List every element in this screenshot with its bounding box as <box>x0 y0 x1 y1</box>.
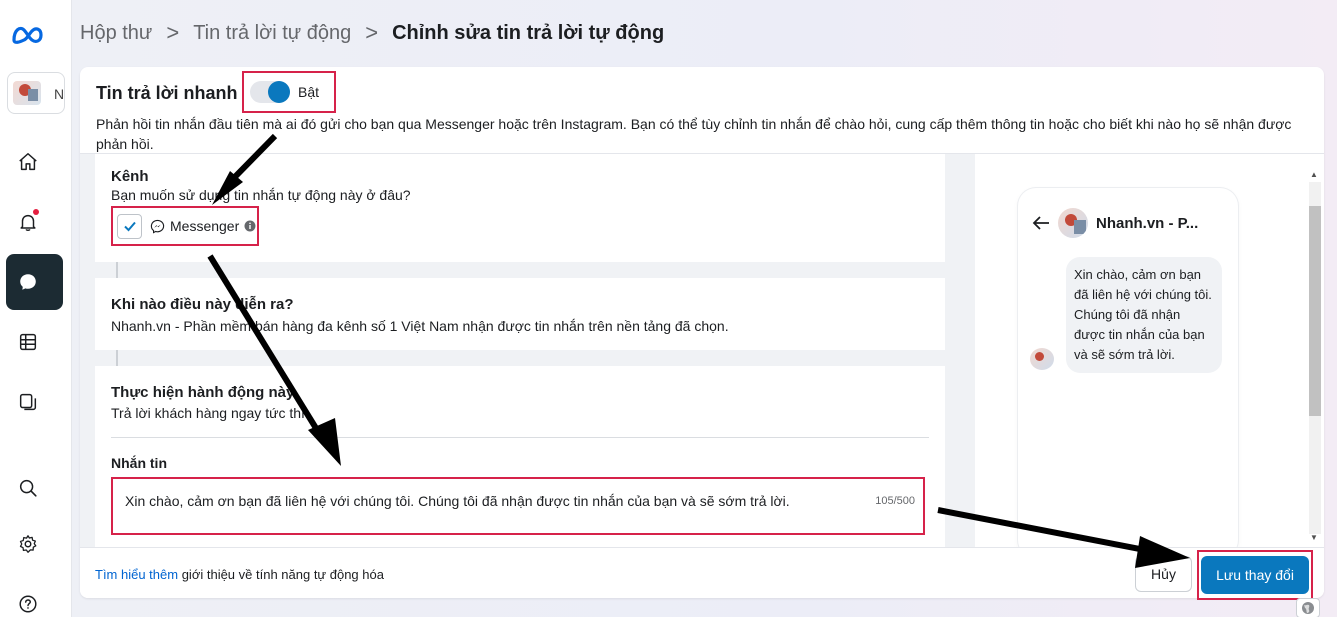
breadcrumb: Hộp thư > Tin trả lời tự động > Chỉnh sử… <box>80 20 664 46</box>
scroll-thumb[interactable] <box>1309 206 1321 416</box>
account-switcher[interactable]: N <box>7 72 65 114</box>
save-button[interactable]: Lưu thay đổi <box>1201 556 1309 594</box>
scrollbar[interactable]: ▲ ▼ <box>1309 170 1321 546</box>
character-count: 105/500 <box>875 495 915 507</box>
action-section: Thực hiện hành động này Trả lời khách hà… <box>95 366 945 547</box>
card-footer: Tìm hiểu thêm giới thiệu về tính năng tự… <box>80 547 1324 600</box>
settings-scroll-area[interactable]: Kênh Bạn muốn sử dụng tin nhắn tự động n… <box>80 154 975 547</box>
messenger-label: Messenger <box>170 218 240 234</box>
toggle-highlight: Bật <box>242 71 336 113</box>
messenger-icon <box>150 219 165 234</box>
channel-option-messenger[interactable]: Messenger <box>111 206 259 246</box>
toggle-label: Bật <box>298 84 320 100</box>
breadcrumb-separator: > <box>166 20 180 45</box>
card-title: Tin trả lời nhanh <box>96 83 238 103</box>
preview-page-name: Nhanh.vn - P... <box>1096 214 1199 232</box>
messenger-preview: Nhanh.vn - P... Xin chào, cảm ơn bạn đã … <box>1018 188 1238 558</box>
footer-text: Tìm hiểu thêm giới thiệu về tính năng tự… <box>95 567 384 582</box>
channel-subtitle: Bạn muốn sử dụng tin nhắn tự động này ở … <box>111 187 411 203</box>
preview-message-bubble: Xin chào, cảm ơn bạn đã liên hệ với chún… <box>1066 257 1222 373</box>
pages-icon[interactable] <box>14 388 42 416</box>
message-label: Nhắn tin <box>111 455 167 471</box>
avatar <box>13 81 41 105</box>
card-description: Phản hồi tin nhắn đầu tiên mà ai đó gửi … <box>96 116 1292 152</box>
home-icon[interactable] <box>14 148 42 176</box>
message-input[interactable]: Xin chào, cảm ơn bạn đã liên hệ với chún… <box>111 477 925 535</box>
check-icon <box>123 221 136 232</box>
enable-toggle[interactable] <box>250 81 290 103</box>
channel-title: Kênh <box>111 168 149 185</box>
left-rail: N <box>0 0 72 617</box>
trigger-section: Khi nào điều này diễn ra? Nhanh.vn - Phầ… <box>95 278 945 350</box>
connector-line <box>116 262 118 278</box>
table-icon[interactable] <box>14 328 42 356</box>
settings-card: Tin trả lời nhanh Bật Phản hồi tin nhắn … <box>80 67 1324 600</box>
scroll-up-icon[interactable]: ▲ <box>1310 170 1318 179</box>
message-text: Xin chào, cảm ơn bạn đã liên hệ với chún… <box>125 493 790 509</box>
notification-dot <box>33 209 39 215</box>
action-title: Thực hiện hành động này <box>111 384 295 401</box>
gear-icon[interactable] <box>14 530 42 558</box>
trigger-subtitle: Nhanh.vn - Phần mềm bán hàng đa kênh số … <box>111 318 729 334</box>
footer-rest-text: giới thiệu về tính năng tự động hóa <box>178 567 384 582</box>
page-avatar <box>1058 208 1088 238</box>
section-divider <box>111 437 929 438</box>
meta-logo-icon[interactable] <box>10 22 46 48</box>
back-arrow-icon[interactable] <box>1032 215 1050 231</box>
breadcrumb-auto-replies[interactable]: Tin trả lời tự động <box>193 22 351 45</box>
learn-more-link[interactable]: Tìm hiểu thêm <box>95 567 178 582</box>
sender-avatar <box>1030 348 1054 370</box>
messenger-checkbox[interactable] <box>117 213 142 239</box>
account-initial: N <box>54 86 65 102</box>
page-title: Chỉnh sửa tin trả lời tự động <box>392 21 665 44</box>
globe-icon[interactable] <box>1296 598 1320 617</box>
scroll-down-icon[interactable]: ▼ <box>1310 533 1318 542</box>
toggle-knob <box>268 81 290 103</box>
trigger-title: Khi nào điều này diễn ra? <box>111 296 294 313</box>
help-icon[interactable] <box>14 590 42 617</box>
channel-section: Kênh Bạn muốn sử dụng tin nhắn tự động n… <box>95 154 945 262</box>
chat-icon[interactable] <box>14 268 42 296</box>
cancel-button[interactable]: Hủy <box>1135 556 1192 592</box>
search-icon[interactable] <box>14 474 42 502</box>
info-icon[interactable] <box>244 220 256 232</box>
breadcrumb-inbox[interactable]: Hộp thư <box>80 22 152 45</box>
breadcrumb-separator: > <box>365 20 379 45</box>
action-subtitle: Trả lời khách hàng ngay tức thì. <box>111 405 309 421</box>
connector-line <box>116 350 118 366</box>
